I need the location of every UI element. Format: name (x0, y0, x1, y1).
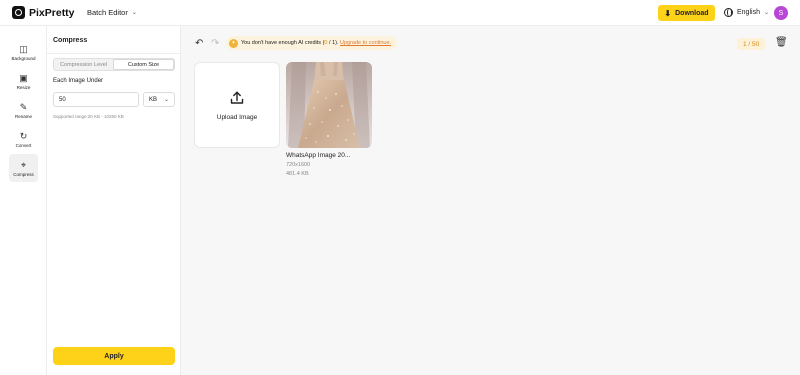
upload-icon (229, 90, 245, 110)
top-bar: PixPretty Batch Editor ⌄ ⬇ Download Engl… (0, 0, 800, 26)
resize-icon: ▣ (19, 72, 28, 83)
image-dimensions: 720x1600 (286, 162, 311, 168)
globe-icon (724, 8, 733, 17)
rail-item-compress[interactable]: ⌖ Compress (9, 154, 38, 182)
credits-text: You don't have enough AI credits (0 / 1)… (241, 40, 391, 46)
batch-editor-menu[interactable]: Batch Editor ⌄ (87, 8, 137, 17)
rail-item-rename[interactable]: ✎ Rename (9, 96, 38, 124)
tab-custom-size[interactable]: Custom Size (113, 59, 174, 70)
download-icon: ⬇ (664, 8, 672, 18)
language-label: English (737, 9, 760, 16)
convert-icon: ↻ (19, 130, 28, 141)
batch-editor-label: Batch Editor (87, 8, 128, 17)
image-name: WhatsApp Image 20... (286, 152, 351, 159)
compress-icon: ⌖ (20, 159, 27, 170)
chevron-down-icon: ⌄ (163, 97, 169, 103)
brand-name: PixPretty (29, 6, 75, 19)
credits-banner: ✦ You don't have enough AI credits (0 / … (226, 36, 398, 50)
image-counter: 1 / 50 (737, 38, 766, 50)
unit-value: KB (149, 96, 158, 103)
panel-title: Compress (53, 37, 88, 44)
logo-mark-icon (12, 6, 25, 19)
apply-button[interactable]: Apply (53, 347, 175, 365)
trash-icon[interactable]: 🗑 (775, 37, 788, 48)
tab-compression-level[interactable]: Compression Level (54, 59, 113, 70)
size-input[interactable]: 50 (53, 92, 139, 107)
logo[interactable]: PixPretty (12, 6, 75, 19)
unit-select[interactable]: KB ⌄ (143, 92, 175, 107)
coin-icon: ✦ (229, 38, 238, 48)
image-file-size: 481.4 KB (286, 171, 309, 177)
upgrade-link[interactable]: Upgrade to continue. (340, 40, 391, 46)
compress-panel: Compress Compression Level Custom Size E… (47, 26, 181, 375)
rail-item-label: Background (11, 55, 36, 61)
rail-item-label: Rename (14, 113, 32, 119)
divider (47, 53, 181, 54)
rail-item-label: Compress (13, 171, 34, 177)
rail-item-convert[interactable]: ↻ Convert (9, 125, 38, 153)
avatar[interactable]: S (774, 6, 788, 20)
compression-mode-toggle: Compression Level Custom Size (53, 58, 175, 71)
download-label: Download (675, 9, 709, 17)
image-thumbnail[interactable] (286, 62, 372, 148)
image-card[interactable]: WhatsApp Image 20... 720x1600 481.4 KB (286, 62, 372, 177)
rail-item-label: Resize (16, 84, 31, 90)
download-button[interactable]: ⬇ Download (658, 5, 715, 21)
redo-icon[interactable]: ↷ (211, 38, 219, 49)
credits-total: / 1). (327, 40, 341, 46)
workspace: ↶ ↷ ✦ You don't have enough AI credits (… (181, 26, 800, 375)
language-selector[interactable]: English ⌄ (724, 8, 769, 17)
rail-item-resize[interactable]: ▣ Resize (9, 67, 38, 95)
undo-icon[interactable]: ↶ (195, 38, 203, 49)
field-label: Each Image Under (53, 78, 104, 84)
upload-label: Upload Image (216, 113, 258, 121)
tool-rail: ◫ Background ▣ Resize ✎ Rename ↻ Convert… (0, 26, 47, 375)
rename-icon: ✎ (19, 101, 28, 112)
rail-item-label: Convert (15, 142, 32, 148)
background-icon: ◫ (19, 43, 28, 54)
upload-image-card[interactable]: Upload Image (194, 62, 280, 148)
chevron-down-icon: ⌄ (131, 10, 137, 16)
credits-prefix: You don't have enough AI credits ( (241, 40, 325, 46)
chevron-down-icon: ⌄ (763, 10, 769, 16)
rail-item-background[interactable]: ◫ Background (9, 38, 38, 66)
range-hint: Supported range:20 KB - 10260 KB (53, 114, 124, 119)
